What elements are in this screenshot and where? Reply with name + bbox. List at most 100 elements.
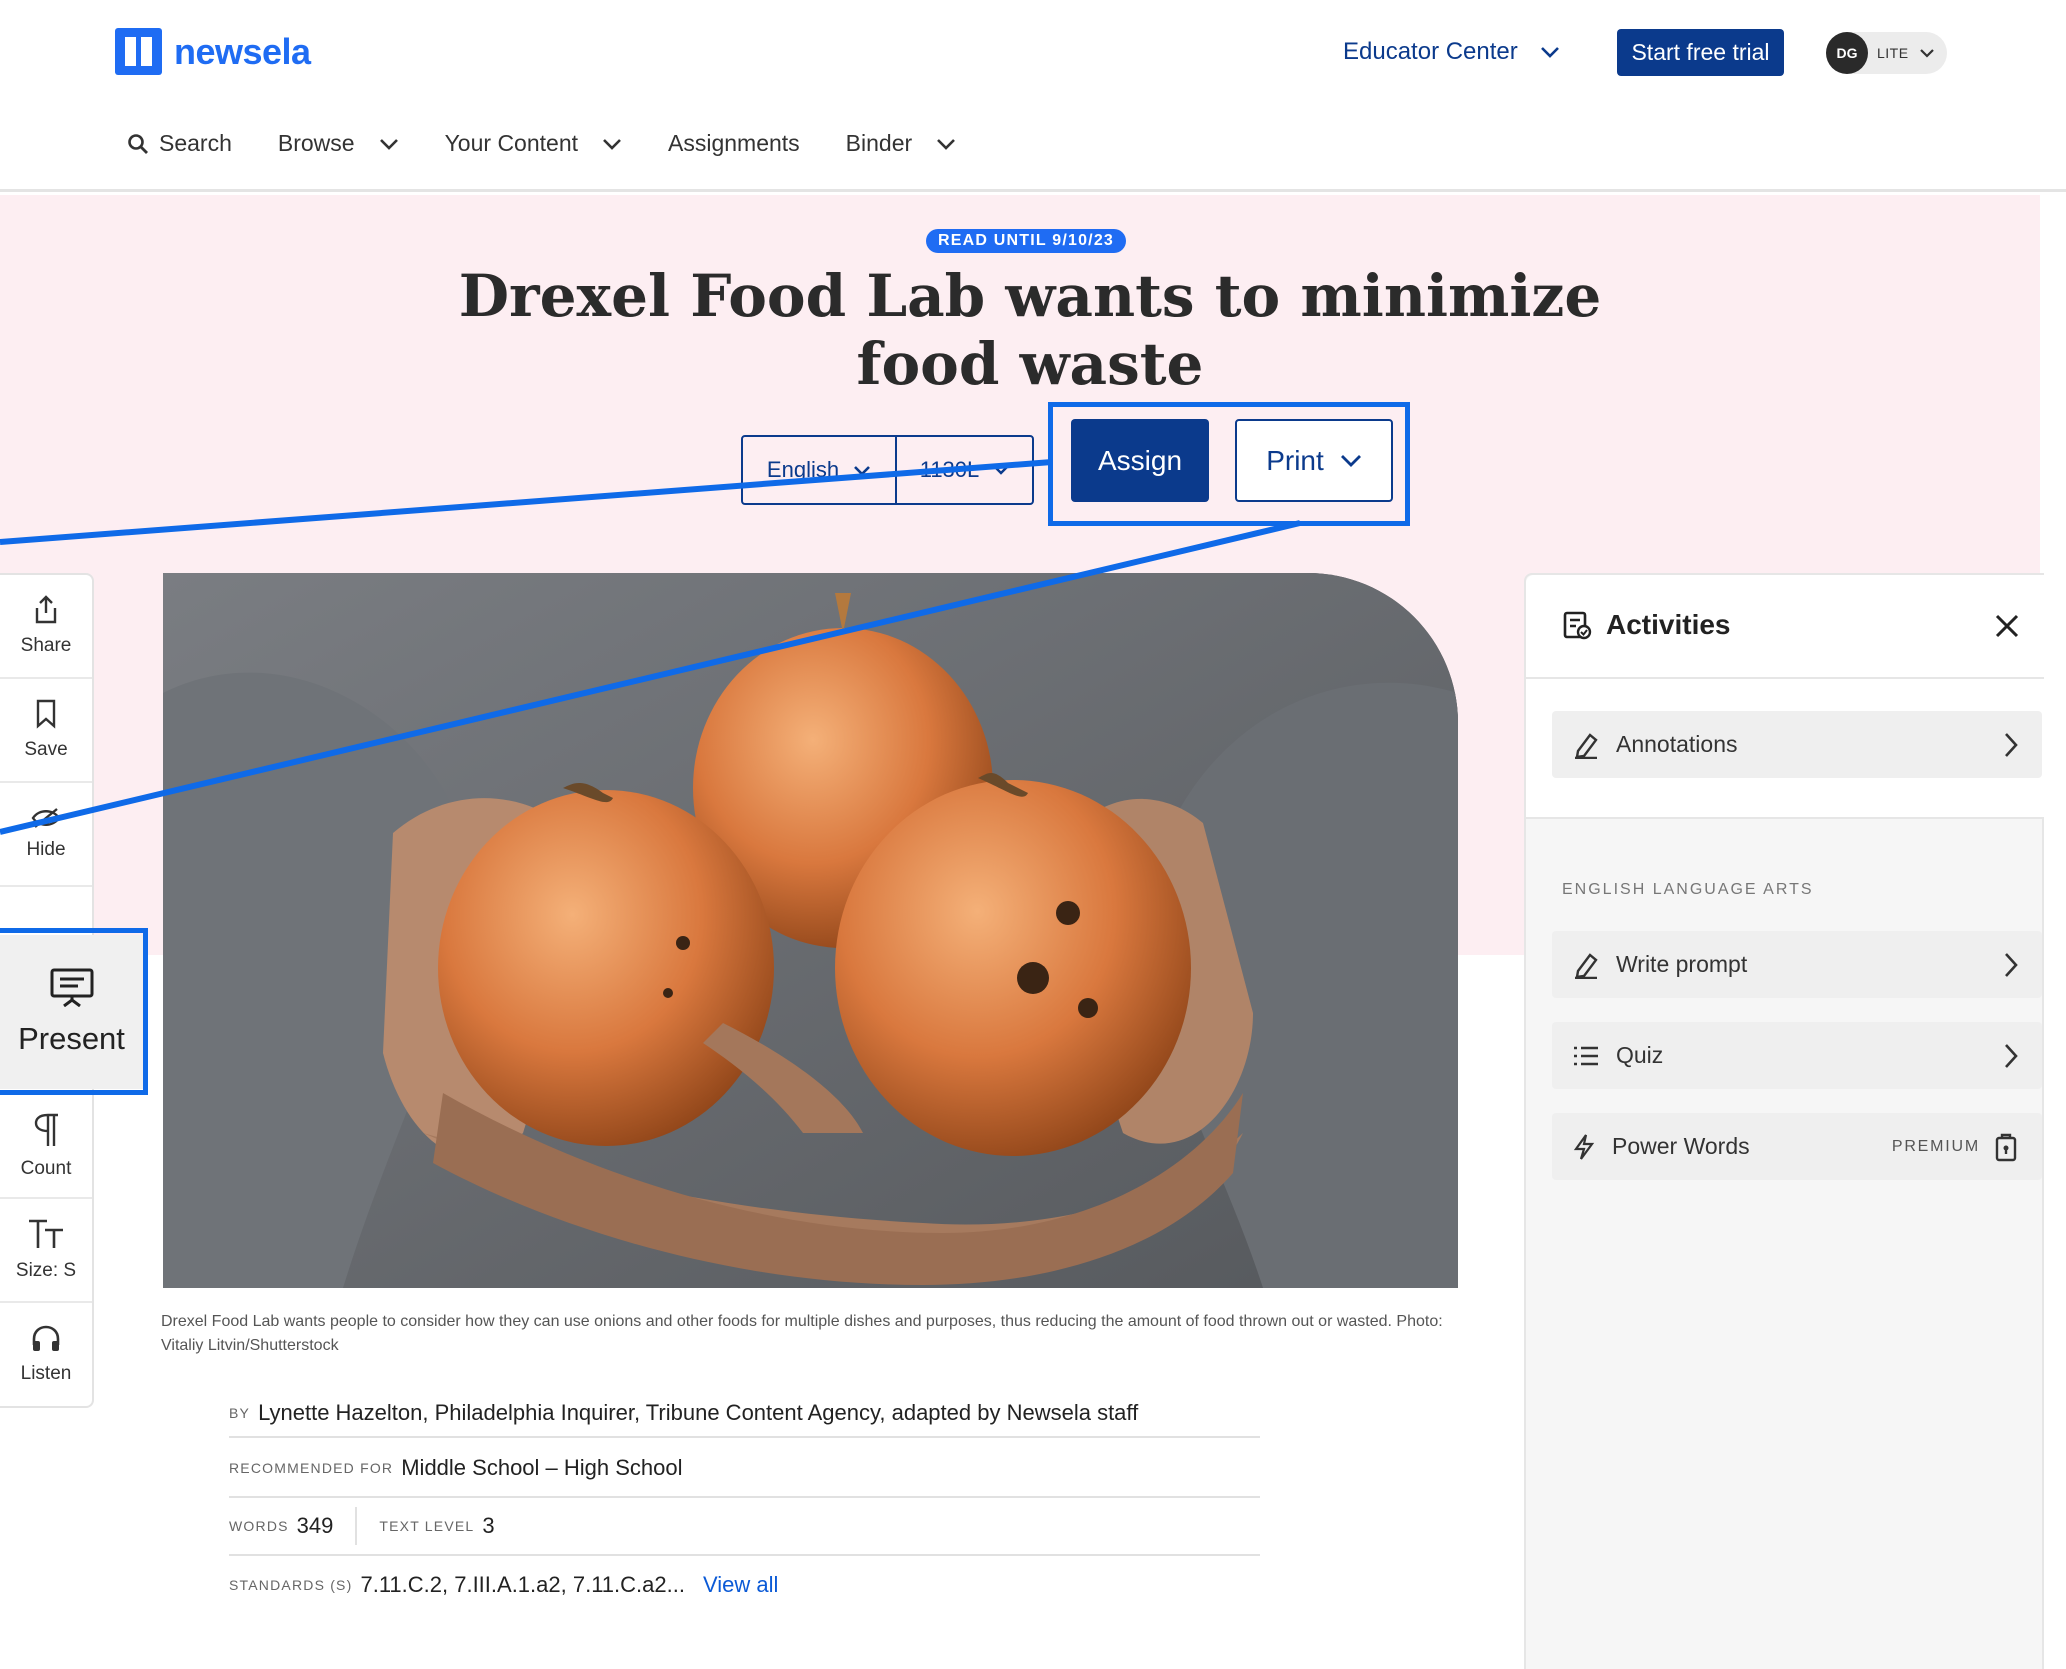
- nav-your-content-label: Your Content: [444, 130, 578, 156]
- listen-label: Listen: [20, 1363, 72, 1384]
- photo-caption: Drexel Food Lab wants people to consider…: [161, 1313, 1443, 1354]
- write-prompt-item[interactable]: Write prompt: [1552, 931, 2042, 998]
- power-words-item[interactable]: Power Words PREMIUM: [1552, 1113, 2042, 1180]
- present-highlight: [0, 928, 148, 1095]
- plan-badge: LITE: [1877, 45, 1909, 61]
- listen-tool[interactable]: Listen: [0, 1303, 92, 1407]
- activities-title-text: Activities: [1606, 609, 1731, 640]
- save-tool[interactable]: Save: [0, 679, 92, 783]
- premium-badge: PREMIUM: [1891, 1137, 1980, 1155]
- recommended-value: Middle School – High School: [401, 1455, 683, 1480]
- chevron-down-icon: [937, 138, 956, 150]
- quiz-label: Quiz: [1616, 1042, 1664, 1068]
- nav-search-label: Search: [159, 130, 232, 156]
- meta-divider: [355, 1507, 358, 1545]
- language-value: English: [766, 457, 840, 482]
- paragraph-icon: [34, 1113, 58, 1146]
- headphones-icon: [32, 1325, 60, 1351]
- user-menu[interactable]: DG LITE: [1826, 32, 1947, 74]
- size-label: Size: S: [15, 1260, 77, 1281]
- standards-row: STANDARDS (S) 7.11.C.2, 7.III.A.1.a2, 7.…: [229, 1556, 1260, 1614]
- pen-icon: [1575, 732, 1598, 759]
- activities-icon: [1563, 611, 1592, 640]
- hide-label: Hide: [26, 839, 66, 860]
- size-tool[interactable]: Size: S: [0, 1199, 92, 1303]
- annotations-section: Annotations: [1526, 679, 2044, 819]
- text-size-icon: [29, 1219, 63, 1248]
- pen-icon: [1575, 952, 1598, 979]
- activities-header: Activities: [1526, 575, 2044, 679]
- main-nav: Search Browse Your Content Assignments B…: [127, 130, 1002, 157]
- lexile-value: 1130L: [919, 457, 980, 482]
- annotations-item[interactable]: Annotations: [1552, 711, 2042, 778]
- count-tool[interactable]: Count: [0, 1095, 92, 1199]
- chevron-right-icon: [2005, 732, 2018, 757]
- bookmark-icon: [36, 699, 56, 729]
- chevron-down-icon: [379, 138, 398, 150]
- nav-binder-label: Binder: [845, 130, 913, 156]
- standards-value: 7.11.C.2, 7.III.A.1.a2, 7.11.C.a2...: [360, 1572, 685, 1597]
- share-tool[interactable]: Share: [0, 575, 92, 679]
- power-words-label: Power Words: [1612, 1133, 1750, 1159]
- nav-your-content[interactable]: Your Content: [445, 130, 622, 157]
- quiz-item[interactable]: Quiz: [1552, 1022, 2042, 1089]
- list-icon: [1574, 1046, 1598, 1065]
- nav-search[interactable]: Search: [127, 130, 232, 157]
- lightning-icon: [1573, 1133, 1595, 1160]
- close-icon[interactable]: [1992, 611, 2022, 641]
- byline-value: Lynette Hazelton, Philadelphia Inquirer,…: [258, 1400, 1139, 1425]
- nav-binder[interactable]: Binder: [846, 130, 956, 157]
- onions-photo: [163, 573, 1458, 1288]
- by-label: BY: [229, 1405, 251, 1421]
- hide-tool[interactable]: Hide: [0, 783, 92, 887]
- logo-text: newsela: [174, 30, 311, 72]
- words-value: 349: [296, 1513, 334, 1538]
- words-level-row: WORDS 349 TEXT LEVEL 3: [229, 1498, 1260, 1556]
- article-photo: [163, 573, 1458, 1288]
- activities-title: Activities: [1562, 609, 1731, 641]
- byline-row: BY Lynette Hazelton, Philadelphia Inquir…: [229, 1390, 1260, 1438]
- annotations-label: Annotations: [1616, 731, 1738, 757]
- activities-panel: Activities Annotations ENGLISH LANGUAGE …: [1524, 573, 2044, 1669]
- educator-center-label: Educator Center: [1343, 38, 1518, 65]
- read-until-badge: READ UNTIL 9/10/23: [926, 229, 1127, 253]
- chevron-down-icon: [854, 465, 870, 476]
- chevron-down-icon: [1540, 47, 1559, 58]
- educator-center-menu[interactable]: Educator Center: [1343, 38, 1560, 66]
- save-label: Save: [24, 739, 68, 760]
- top-header: newsela Educator Center Start free trial…: [0, 0, 2066, 192]
- avatar: DG: [1826, 32, 1868, 74]
- share-icon: [35, 595, 57, 624]
- logo-mark-icon: [115, 28, 162, 75]
- chevron-right-icon: [2005, 1043, 2018, 1068]
- chevron-down-icon: [994, 466, 1009, 475]
- text-level-value: 3: [482, 1513, 495, 1538]
- view-all-link[interactable]: View all: [703, 1572, 778, 1598]
- ela-section-label: ENGLISH LANGUAGE ARTS: [1562, 881, 1814, 898]
- chevron-down-icon: [1919, 49, 1934, 58]
- write-prompt-label: Write prompt: [1616, 951, 1748, 977]
- chevron-right-icon: [2005, 952, 2018, 977]
- newsela-logo[interactable]: newsela: [115, 28, 311, 75]
- standards-label: STANDARDS (S): [229, 1577, 353, 1593]
- lock-icon: [1995, 1133, 2017, 1161]
- recommended-label: RECOMMENDED FOR: [229, 1460, 394, 1476]
- language-select[interactable]: English: [743, 437, 897, 503]
- text-level-label: TEXT LEVEL: [379, 1518, 475, 1534]
- language-level-selector: English 1130L: [741, 435, 1034, 505]
- words-label: WORDS: [229, 1518, 289, 1534]
- chevron-down-icon: [603, 138, 621, 150]
- start-free-trial-button[interactable]: Start free trial: [1617, 29, 1784, 76]
- eye-slash-icon: [31, 808, 61, 828]
- nav-assignments-label: Assignments: [668, 130, 800, 156]
- nav-browse-label: Browse: [277, 130, 355, 156]
- share-label: Share: [20, 635, 72, 656]
- lexile-select[interactable]: 1130L: [897, 437, 1032, 503]
- assign-print-highlight: [1048, 402, 1410, 526]
- nav-browse[interactable]: Browse: [278, 130, 399, 157]
- count-label: Count: [20, 1158, 72, 1179]
- article-title: Drexel Food Lab wants to minimize food w…: [458, 262, 1602, 398]
- recommended-row: RECOMMENDED FOR Middle School – High Sch…: [229, 1440, 1260, 1498]
- search-icon: [128, 133, 148, 154]
- nav-assignments[interactable]: Assignments: [668, 130, 800, 157]
